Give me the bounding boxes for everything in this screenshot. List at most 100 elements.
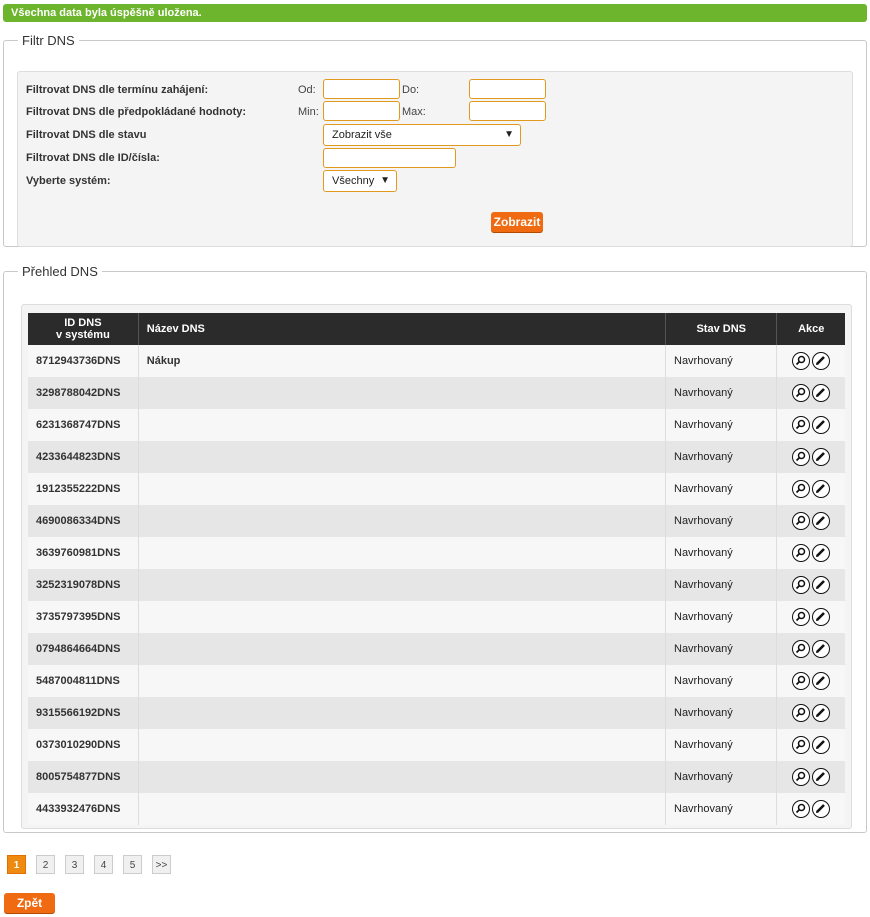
- cell-status: Navrhovaný: [665, 729, 778, 761]
- cell-actions: [776, 601, 845, 633]
- cell-status: Navrhovaný: [665, 601, 778, 633]
- magnifier-icon[interactable]: [792, 800, 811, 818]
- magnifier-icon[interactable]: [792, 416, 811, 434]
- magnifier-icon[interactable]: [792, 576, 811, 594]
- col-header-id[interactable]: ID DNS v systému: [28, 313, 139, 345]
- cell-actions: [776, 665, 845, 697]
- cell-actions: [776, 569, 845, 601]
- page-link[interactable]: 4: [94, 855, 113, 874]
- filter-legend: Filtr DNS: [22, 33, 75, 48]
- magnifier-icon[interactable]: [792, 544, 811, 562]
- chevron-down-icon: ▼: [380, 175, 390, 186]
- page-link[interactable]: 3: [65, 855, 84, 874]
- filter-panel: Filtr DNS Filtrovat DNS dle termínu zahá…: [3, 33, 867, 247]
- magnifier-icon[interactable]: [792, 736, 811, 754]
- pencil-icon[interactable]: [812, 672, 831, 690]
- magnifier-icon[interactable]: [792, 640, 811, 658]
- col-header-status[interactable]: Stav DNS: [665, 313, 778, 345]
- magnifier-icon[interactable]: [792, 384, 811, 402]
- pencil-icon[interactable]: [812, 448, 831, 466]
- cell-id: 0794864664DNS: [28, 633, 139, 665]
- id-input[interactable]: [323, 148, 456, 168]
- cell-name: [138, 793, 667, 825]
- pencil-icon[interactable]: [812, 768, 831, 786]
- table-row: 3639760981DNS Navrhovaný: [28, 537, 845, 569]
- table-row: 3735797395DNS Navrhovaný: [28, 601, 845, 633]
- pencil-icon[interactable]: [812, 384, 831, 402]
- cell-id: 6231368747DNS: [28, 409, 139, 441]
- cell-name: [138, 761, 667, 793]
- cell-actions: [776, 729, 845, 761]
- pencil-icon[interactable]: [812, 736, 831, 754]
- table-row: 1912355222DNS Navrhovaný: [28, 473, 845, 505]
- page-link[interactable]: 2: [36, 855, 55, 874]
- cell-actions: [776, 409, 845, 441]
- cell-name: [138, 441, 667, 473]
- cell-status: Navrhovaný: [665, 537, 778, 569]
- cell-actions: [776, 697, 845, 729]
- cell-name: [138, 569, 667, 601]
- col-header-name[interactable]: Název DNS: [138, 313, 667, 345]
- page-link[interactable]: >>: [152, 855, 171, 874]
- magnifier-icon[interactable]: [792, 448, 811, 466]
- pencil-icon[interactable]: [812, 704, 831, 722]
- date-from-input[interactable]: [323, 79, 400, 99]
- filter-box: Filtrovat DNS dle termínu zahájení: Od: …: [17, 71, 853, 247]
- cell-name: [138, 601, 667, 633]
- pencil-icon[interactable]: [812, 576, 831, 594]
- table-row: 8005754877DNS Navrhovaný: [28, 761, 845, 793]
- cell-actions: [776, 377, 845, 409]
- table-row: 5487004811DNS Navrhovaný: [28, 665, 845, 697]
- cell-actions: [776, 505, 845, 537]
- system-select[interactable]: Všechny ▼: [323, 170, 397, 192]
- value-max-input[interactable]: [469, 101, 546, 121]
- page-link[interactable]: 5: [123, 855, 142, 874]
- page-link[interactable]: 1: [7, 855, 26, 874]
- cell-status: Navrhovaný: [665, 761, 778, 793]
- magnifier-icon[interactable]: [792, 672, 811, 690]
- cell-id: 4433932476DNS: [28, 793, 139, 825]
- chevron-down-icon: ▼: [504, 129, 514, 140]
- table-row: 6231368747DNS Navrhovaný: [28, 409, 845, 441]
- pencil-icon[interactable]: [812, 640, 831, 658]
- cell-status: Navrhovaný: [665, 409, 778, 441]
- cell-name: [138, 505, 667, 537]
- show-button[interactable]: Zobrazit: [491, 212, 543, 232]
- date-filter-label: Filtrovat DNS dle termínu zahájení:: [26, 84, 209, 96]
- cell-status: Navrhovaný: [665, 505, 778, 537]
- col-header-id-line1: ID DNS: [64, 317, 102, 329]
- back-button[interactable]: Zpět: [4, 893, 55, 913]
- magnifier-icon[interactable]: [792, 608, 811, 626]
- cell-name: [138, 473, 667, 505]
- pencil-icon[interactable]: [812, 480, 831, 498]
- pencil-icon[interactable]: [812, 512, 831, 530]
- cell-id: 3735797395DNS: [28, 601, 139, 633]
- status-select[interactable]: Zobrazit vše ▼: [323, 124, 521, 146]
- cell-id: 3252319078DNS: [28, 569, 139, 601]
- magnifier-icon[interactable]: [792, 512, 811, 530]
- cell-actions: [776, 633, 845, 665]
- magnifier-icon[interactable]: [792, 480, 811, 498]
- status-filter-label: Filtrovat DNS dle stavu: [26, 129, 147, 141]
- system-label: Vyberte systém:: [26, 175, 111, 187]
- cell-status: Navrhovaný: [665, 377, 778, 409]
- cell-actions: [776, 473, 845, 505]
- max-label: Max:: [402, 106, 426, 118]
- magnifier-icon[interactable]: [792, 704, 811, 722]
- date-to-input[interactable]: [469, 79, 546, 99]
- cell-status: Navrhovaný: [665, 665, 778, 697]
- pencil-icon[interactable]: [812, 352, 831, 370]
- value-filter-label: Filtrovat DNS dle předpokládané hodnoty:: [26, 106, 247, 118]
- table-row: 3298788042DNS Navrhovaný: [28, 377, 845, 409]
- table-row: 0373010290DNS Navrhovaný: [28, 729, 845, 761]
- cell-id: 8712943736DNS: [28, 345, 139, 377]
- pencil-icon[interactable]: [812, 608, 831, 626]
- magnifier-icon[interactable]: [792, 768, 811, 786]
- magnifier-icon[interactable]: [792, 352, 811, 370]
- pencil-icon[interactable]: [812, 416, 831, 434]
- cell-name: [138, 633, 667, 665]
- value-min-input[interactable]: [323, 101, 400, 121]
- pencil-icon[interactable]: [812, 800, 831, 818]
- pencil-icon[interactable]: [812, 544, 831, 562]
- overview-legend: Přehled DNS: [22, 264, 98, 279]
